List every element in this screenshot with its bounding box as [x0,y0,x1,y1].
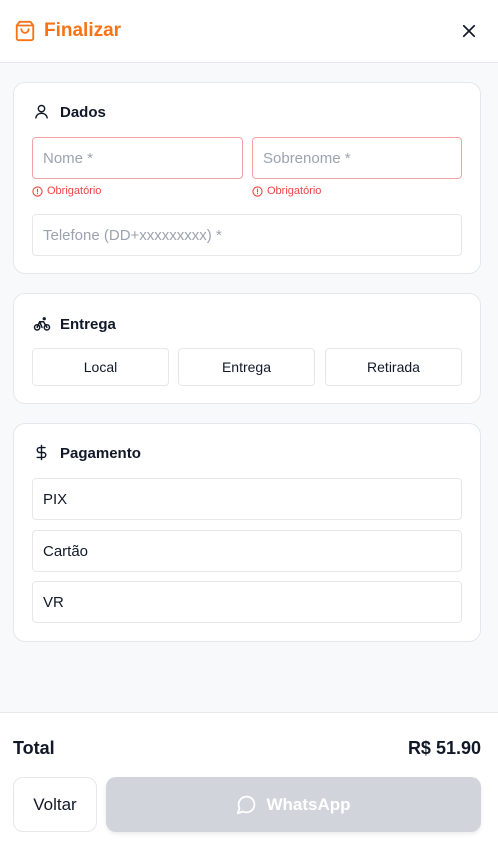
sobrenome-placeholder: Sobrenome * [263,149,351,167]
entrega-title: Entrega [60,315,116,333]
payment-option-label: VR [43,593,64,611]
delivery-option-label: Retirada [367,359,420,375]
user-icon [33,103,51,121]
alert-circle-icon [32,185,43,197]
close-icon[interactable] [456,18,482,44]
page-title: Finalizar [44,20,122,41]
payment-option-vr[interactable]: VR [32,581,462,623]
payment-option-label: Cartão [43,542,89,560]
header: Finalizar [0,0,498,63]
entrega-header: Entrega [33,315,116,333]
alert-circle-icon [252,185,263,197]
back-button[interactable]: Voltar [13,777,97,832]
telefone-field[interactable]: Telefone (DD+xxxxxxxxx) * [32,214,462,256]
dados-header: Dados [33,103,106,121]
nome-error-text: Obrigatório [47,185,102,197]
back-button-label: Voltar [33,794,77,814]
nome-placeholder: Nome * [43,149,94,167]
telefone-placeholder: Telefone (DD+xxxxxxxxx) * [43,226,222,244]
sobrenome-field[interactable]: Sobrenome * [252,137,462,179]
entrega-card: Entrega Local Entrega Retirada [13,293,481,404]
pagamento-card: Pagamento PIX Cartão VR [13,423,481,642]
dollar-icon [33,444,51,462]
chat-bubble-icon [236,794,258,816]
sobrenome-error: Obrigatório [252,185,321,197]
pagamento-title: Pagamento [60,444,141,462]
shopping-bag-icon [14,20,36,42]
delivery-option-label: Local [83,359,118,375]
delivery-option-label: Entrega [221,359,272,375]
payment-option-cartao[interactable]: Cartão [32,530,462,572]
delivery-option-local[interactable]: Local [32,348,169,386]
footer: Total R$ 51.90 Voltar WhatsApp [0,712,498,849]
nome-error: Obrigatório [32,185,101,197]
total-label: Total [13,738,55,758]
sobrenome-error-text: Obrigatório [267,185,322,197]
whatsapp-button[interactable]: WhatsApp [106,777,481,832]
dados-card: Dados Nome * Sobrenome * Obrigatório Obr… [13,82,481,274]
delivery-option-retirada[interactable]: Retirada [325,348,462,386]
delivery-option-entrega[interactable]: Entrega [178,348,315,386]
bicycle-icon [33,315,51,333]
total-value: R$ 51.90 [407,738,481,758]
payment-option-label: PIX [43,490,68,508]
dados-title: Dados [60,103,106,121]
whatsapp-button-label: WhatsApp [266,794,351,814]
payment-option-pix[interactable]: PIX [32,478,462,520]
nome-field[interactable]: Nome * [32,137,243,179]
pagamento-header: Pagamento [33,444,141,462]
